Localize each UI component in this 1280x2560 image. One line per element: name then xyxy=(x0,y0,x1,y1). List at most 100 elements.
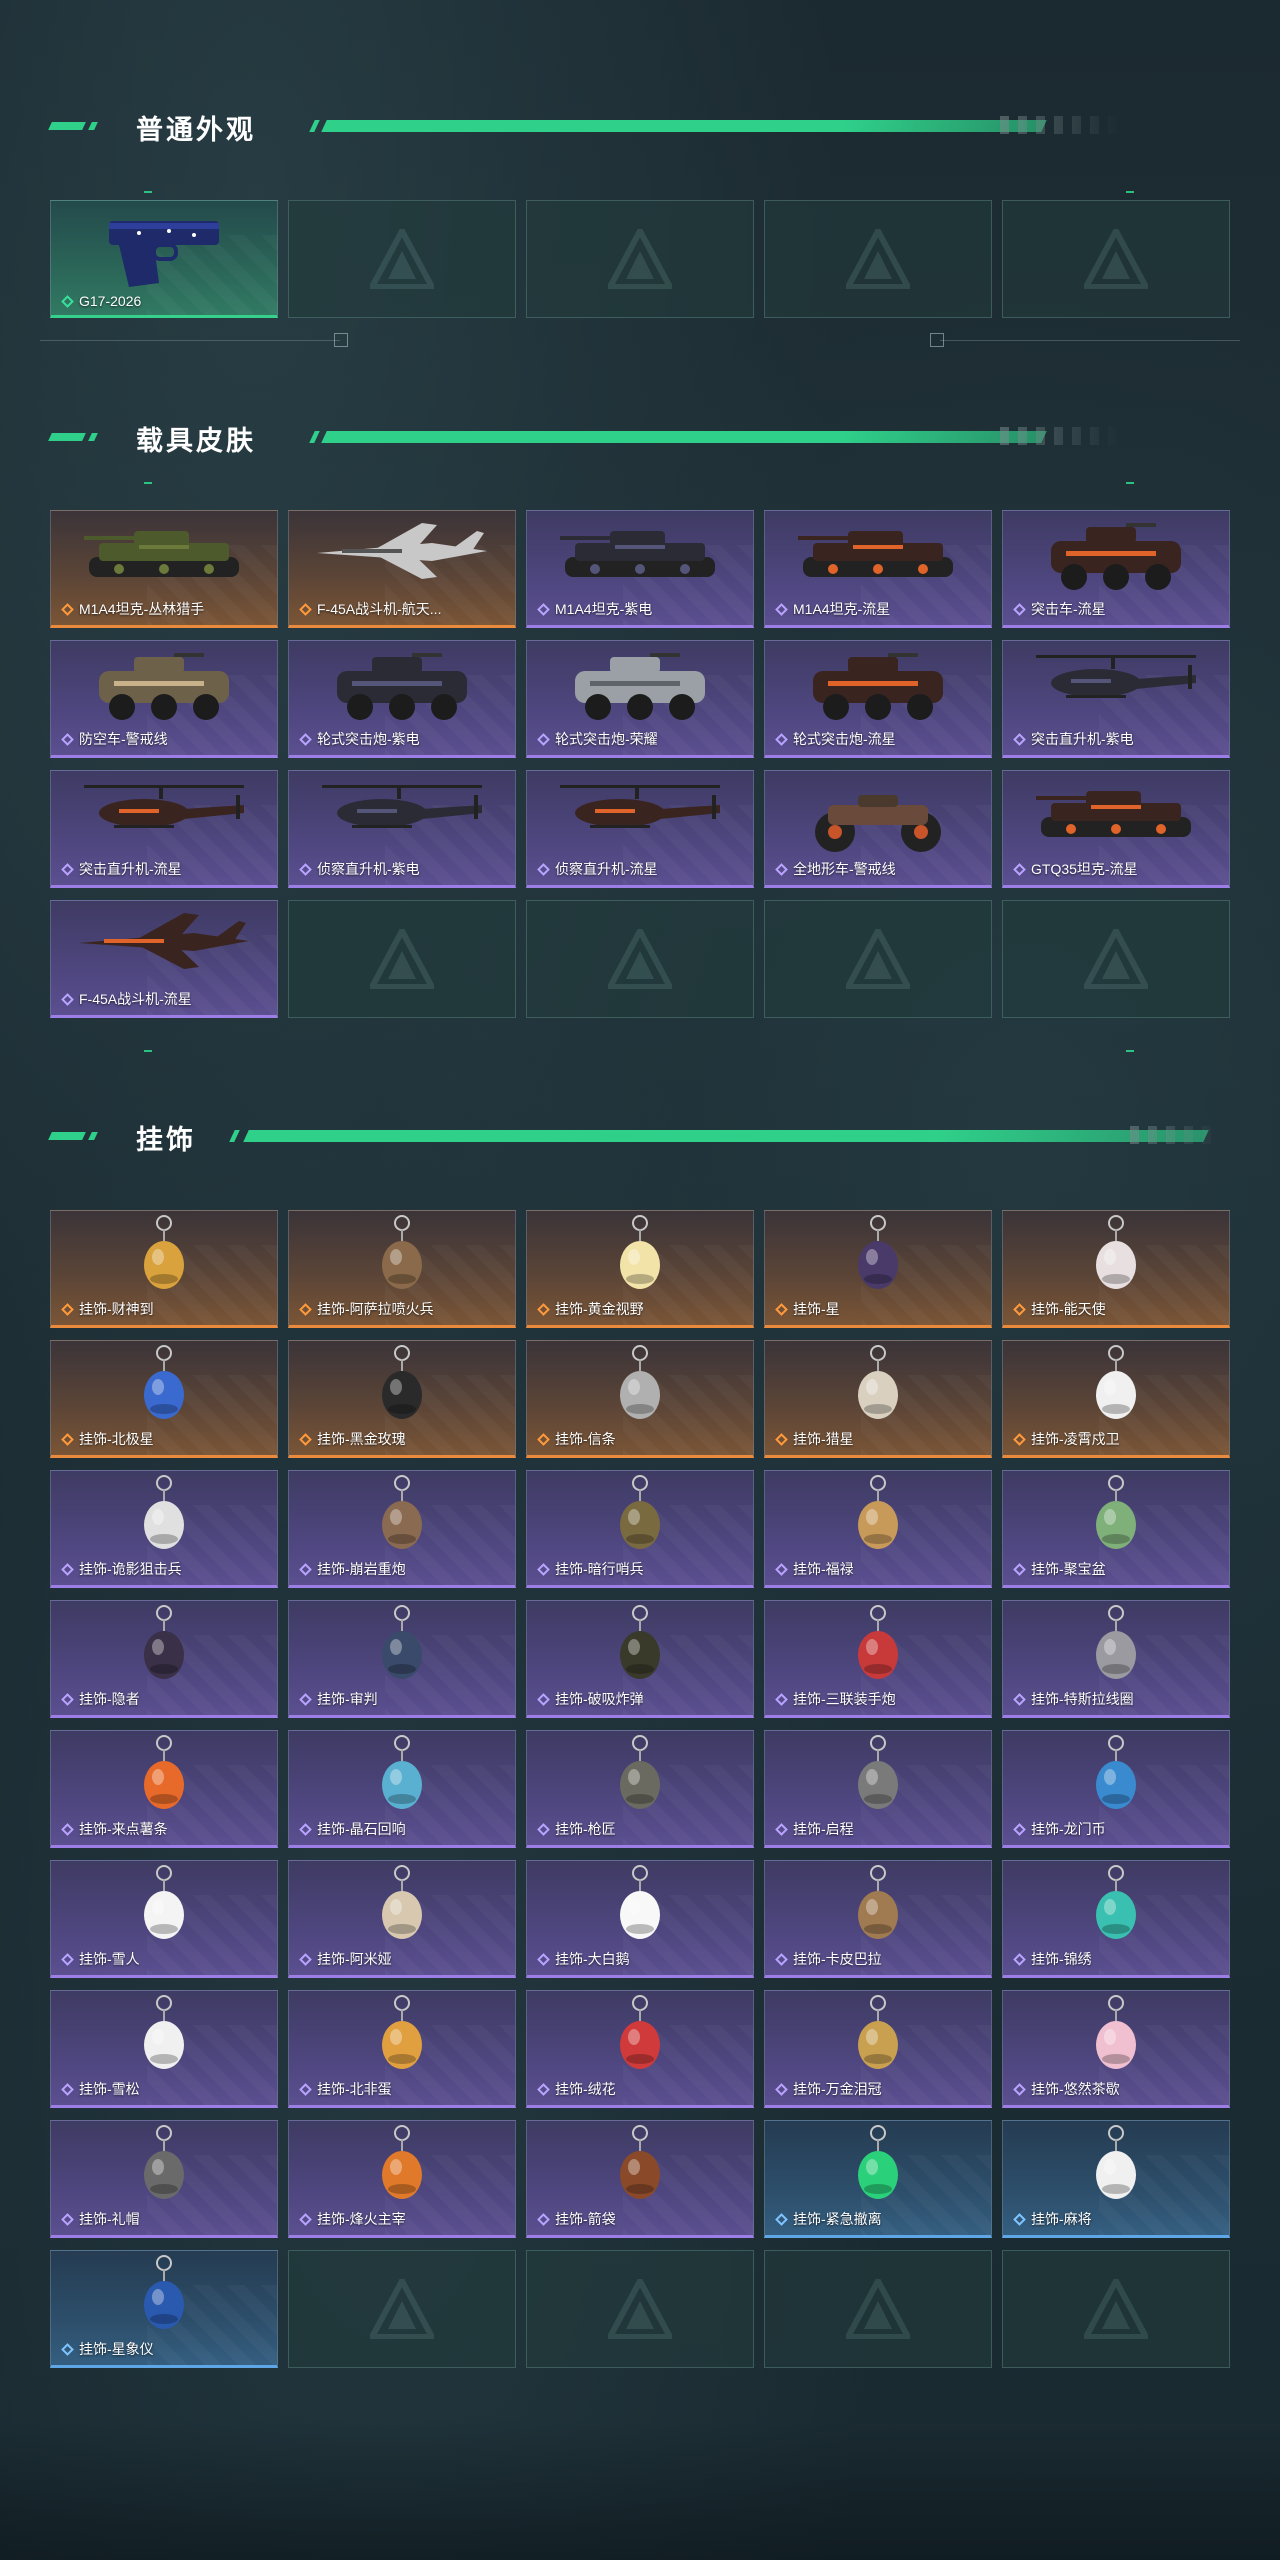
deco-dash xyxy=(144,191,152,193)
charm-snowman-image xyxy=(124,1863,204,1958)
charm-skull-image xyxy=(124,1473,204,1568)
rarity-diamond-icon xyxy=(537,2213,550,2226)
vehicle-item-card[interactable]: 突击直升机-紫电 xyxy=(1002,640,1230,758)
pendant-item-card[interactable]: 挂饰-黄金视野 xyxy=(526,1210,754,1328)
item-name: 挂饰-黄金视野 xyxy=(555,1301,644,1317)
item-label: 挂饰-破吸炸弹 xyxy=(537,1689,644,1709)
vehicle-item-card[interactable]: 轮式突击炮-荣耀 xyxy=(526,640,754,758)
header-checker-pattern xyxy=(1000,427,1120,445)
pendant-item-card[interactable]: 挂饰-锦绣 xyxy=(1002,1860,1230,1978)
item-name: 挂饰-星象仪 xyxy=(79,2341,154,2357)
vehicle-item-card[interactable]: 全地形车-警戒线 xyxy=(764,770,992,888)
pendant-item-card[interactable]: 挂饰-特斯拉线圈 xyxy=(1002,1600,1230,1718)
vehicle-item-card[interactable]: 侦察直升机-流星 xyxy=(526,770,754,888)
pendant-item-card[interactable]: 挂饰-紧急撤离 xyxy=(764,2120,992,2238)
pendant-item-card[interactable]: 挂饰-悠然茶歇 xyxy=(1002,1990,1230,2108)
pendant-item-card[interactable]: 挂饰-北极星 xyxy=(50,1340,278,1458)
pendant-item-card[interactable]: 挂饰-箭袋 xyxy=(526,2120,754,2238)
pendant-item-card[interactable]: 挂饰-礼帽 xyxy=(50,2120,278,2238)
rarity-diamond-icon xyxy=(775,2083,788,2096)
rarity-diamond-icon xyxy=(1013,1303,1026,1316)
pendant-item-card[interactable]: 挂饰-能天使 xyxy=(1002,1210,1230,1328)
vehicle-item-card[interactable]: 防空车-警戒线 xyxy=(50,640,278,758)
pendant-item-card[interactable]: 挂饰-财神到 xyxy=(50,1210,278,1328)
item-name: 全地形车-警戒线 xyxy=(793,861,896,877)
pendant-item-card[interactable]: 挂饰-麻将 xyxy=(1002,2120,1230,2238)
item-label: 挂饰-烽火主宰 xyxy=(299,2209,406,2229)
pendant-item-card[interactable]: 挂饰-雪松 xyxy=(50,1990,278,2108)
rarity-diamond-icon xyxy=(61,993,74,1006)
pendant-item-card[interactable]: 挂饰-诡影狙击兵 xyxy=(50,1470,278,1588)
pendant-item-card[interactable]: 挂饰-破吸炸弹 xyxy=(526,1600,754,1718)
pendant-item-card[interactable]: 挂饰-星象仪 xyxy=(50,2250,278,2368)
pendant-item-card[interactable]: 挂饰-黑金玫瑰 xyxy=(288,1340,516,1458)
charm-arrow-image xyxy=(600,1343,680,1438)
rarity-diamond-icon xyxy=(1013,1433,1026,1446)
pendant-item-card[interactable]: 挂饰-晶石回响 xyxy=(288,1730,516,1848)
pendant-item-card[interactable]: 挂饰-大白鹅 xyxy=(526,1860,754,1978)
item-name: 挂饰-锦绣 xyxy=(1031,1951,1092,1967)
pendant-item-card[interactable]: 挂饰-猎星 xyxy=(764,1340,992,1458)
pendant-item-card[interactable]: 挂饰-崩岩重炮 xyxy=(288,1470,516,1588)
vehicle-item-card[interactable]: 突击车-流星 xyxy=(1002,510,1230,628)
vehicle-item-card[interactable]: F-45A战斗机-流星 xyxy=(50,900,278,1018)
vehicle-item-card[interactable]: M1A4坦克-丛林猎手 xyxy=(50,510,278,628)
rarity-diamond-icon xyxy=(299,733,312,746)
item-name: 挂饰-黑金玫瑰 xyxy=(317,1431,406,1447)
item-label: 轮式突击炮-流星 xyxy=(775,729,896,749)
pendant-item-card[interactable]: 挂饰-北非蛋 xyxy=(288,1990,516,2108)
charm-tree-image xyxy=(124,1993,204,2088)
item-label: 挂饰-雪松 xyxy=(61,2079,140,2099)
rarity-diamond-icon xyxy=(775,1953,788,1966)
vehicle-item-card[interactable]: M1A4坦克-流星 xyxy=(764,510,992,628)
deco-marker-right xyxy=(930,333,944,347)
pendant-item-card[interactable]: 挂饰-启程 xyxy=(764,1730,992,1848)
pendant-item-card[interactable]: 挂饰-审判 xyxy=(288,1600,516,1718)
pendant-item-card[interactable]: 挂饰-凌霄戍卫 xyxy=(1002,1340,1230,1458)
pendant-item-card[interactable]: 挂饰-雪人 xyxy=(50,1860,278,1978)
vehicle-item-card[interactable]: 轮式突击炮-流星 xyxy=(764,640,992,758)
pendant-item-card[interactable]: 挂饰-星 xyxy=(764,1210,992,1328)
vehicle-item-card[interactable]: M1A4坦克-紫电 xyxy=(526,510,754,628)
pendant-item-card[interactable]: 挂饰-暗行哨兵 xyxy=(526,1470,754,1588)
vehicle-item-card[interactable]: 侦察直升机-紫电 xyxy=(288,770,516,888)
charm-coin-image xyxy=(1076,1733,1156,1828)
tank-green-image xyxy=(79,517,249,592)
pendant-item-card[interactable]: 挂饰-聚宝盆 xyxy=(1002,1470,1230,1588)
pendant-item-card[interactable]: 挂饰-烽火主宰 xyxy=(288,2120,516,2238)
pendant-item-card[interactable]: 挂饰-三联装手炮 xyxy=(764,1600,992,1718)
item-label: 挂饰-绒花 xyxy=(537,2079,616,2099)
pendant-item-card[interactable]: 挂饰-万金泪冠 xyxy=(764,1990,992,2108)
pendant-item-card[interactable]: 挂饰-福禄 xyxy=(764,1470,992,1588)
vehicle-item-card[interactable]: 突击直升机-流星 xyxy=(50,770,278,888)
item-name: 挂饰-信条 xyxy=(555,1431,616,1447)
item-name: 突击直升机-流星 xyxy=(79,861,182,877)
pendant-item-card[interactable]: 挂饰-来点薯条 xyxy=(50,1730,278,1848)
deco-marker-left xyxy=(334,333,348,347)
vehicle-item-card[interactable]: F-45A战斗机-航天... xyxy=(288,510,516,628)
pendant-item-card[interactable]: 挂饰-龙门币 xyxy=(1002,1730,1230,1848)
item-label: 挂饰-紧急撤离 xyxy=(775,2209,882,2229)
rarity-diamond-icon xyxy=(537,1433,550,1446)
item-name: 挂饰-凌霄戍卫 xyxy=(1031,1431,1120,1447)
vehicle-item-card[interactable]: GTQ35坦克-流星 xyxy=(1002,770,1230,888)
pendant-item-card[interactable]: 挂饰-信条 xyxy=(526,1340,754,1458)
pendant-item-card[interactable]: 挂饰-绒花 xyxy=(526,1990,754,2108)
rarity-diamond-icon xyxy=(1013,2083,1026,2096)
pendant-item-card[interactable]: 挂饰-阿萨拉喷火兵 xyxy=(288,1210,516,1328)
empty-slot xyxy=(288,900,516,1018)
charm-soldier-image xyxy=(600,1473,680,1568)
rarity-diamond-icon xyxy=(61,1563,74,1576)
pendant-item-card[interactable]: 挂饰-卡皮巴拉 xyxy=(764,1860,992,1978)
pendant-item-card[interactable]: 挂饰-隐者 xyxy=(50,1600,278,1718)
pendant-item-card[interactable]: 挂饰-枪匠 xyxy=(526,1730,754,1848)
vehicle-item-card[interactable]: 轮式突击炮-紫电 xyxy=(288,640,516,758)
item-name: 挂饰-暗行哨兵 xyxy=(555,1561,644,1577)
pendant-item-card[interactable]: 挂饰-阿米娅 xyxy=(288,1860,516,1978)
rarity-diamond-icon xyxy=(537,1563,550,1576)
item-label: 挂饰-麻将 xyxy=(1013,2209,1092,2229)
charm-crystal-image xyxy=(362,1733,442,1828)
deco-dash xyxy=(144,482,152,484)
item-name: 挂饰-猎星 xyxy=(793,1431,854,1447)
appearance-item-card[interactable]: G17-2026 xyxy=(50,200,278,318)
